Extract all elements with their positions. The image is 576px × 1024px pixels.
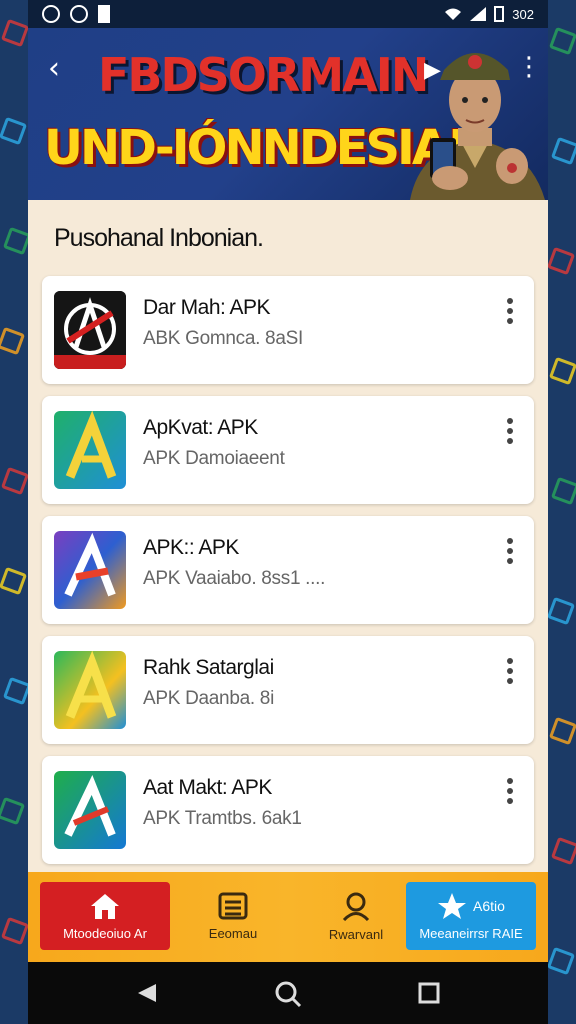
app-name: APK:: APK bbox=[143, 536, 239, 559]
list-icon bbox=[218, 892, 248, 919]
signal-icon bbox=[470, 7, 487, 21]
nav-home[interactable]: Mtoodeoiuo Ar bbox=[40, 882, 170, 950]
banner-title-line1: FBDSORMAIN bbox=[98, 48, 429, 102]
item-menu-icon[interactable] bbox=[506, 418, 514, 444]
app-list-item[interactable]: Dar Mah: APK ABK Gomnca. 8aSI bbox=[42, 276, 534, 384]
app-list-item[interactable]: Aat Makt: APK APK Tramtbs. 6ak1 bbox=[42, 756, 534, 864]
item-menu-icon[interactable] bbox=[506, 538, 514, 564]
app-name: Dar Mah: APK bbox=[143, 296, 271, 319]
nav-profile[interactable]: Rwarvanl bbox=[296, 882, 416, 950]
search-icon[interactable] bbox=[274, 980, 302, 1008]
sim-icon bbox=[98, 5, 110, 23]
phone-screen: 302 ‹ FBDSORMAIN ▶ ⋮ UND-IÓNNDESIA! Puso… bbox=[28, 0, 548, 1024]
soldier-illustration bbox=[410, 53, 545, 200]
section-title: Pusohanal Inbonian. bbox=[54, 224, 264, 252]
app-name: Aat Makt: APK bbox=[143, 776, 272, 799]
status-time: 302 bbox=[512, 6, 534, 22]
app-icon bbox=[54, 531, 126, 609]
app-subtitle: APK Daanba. 8i bbox=[143, 688, 274, 709]
back-button[interactable]: ‹ bbox=[48, 54, 60, 84]
star-icon bbox=[438, 892, 467, 919]
item-menu-icon[interactable] bbox=[506, 658, 514, 684]
home-icon bbox=[91, 893, 119, 919]
item-menu-icon[interactable] bbox=[506, 778, 514, 804]
app-icon bbox=[54, 411, 126, 489]
nav-label: Rwarvanl bbox=[328, 926, 384, 942]
back-triangle-icon[interactable] bbox=[136, 982, 158, 1004]
app-subtitle: ABK Gomnca. 8aSI bbox=[143, 328, 303, 349]
nav-badge: A6tio bbox=[473, 897, 505, 914]
nav-label: Eeomau bbox=[208, 925, 258, 941]
nav-favorites[interactable]: A6tio Meeaneirrsr RAIE bbox=[406, 882, 536, 950]
settings-notification-icon bbox=[70, 5, 88, 23]
system-navigation-bar bbox=[28, 962, 548, 1024]
nav-list[interactable]: Eeomau bbox=[178, 882, 288, 950]
notification-icon bbox=[42, 5, 60, 23]
app-list-item[interactable]: Rahk Satarglai APK Daanba. 8i bbox=[42, 636, 534, 744]
bottom-nav: Mtoodeoiuo Ar Eeomau Rwarvanl A6tio Meea… bbox=[28, 872, 548, 962]
app-name: ApKvat: APK bbox=[143, 416, 258, 439]
header-banner: ‹ FBDSORMAIN ▶ ⋮ UND-IÓNNDESIA! bbox=[28, 28, 548, 200]
main-content: Pusohanal Inbonian. Dar Mah: APK ABK Gom… bbox=[28, 200, 548, 880]
app-list-item[interactable]: APK:: APK APK Vaaiabo. 8ss1 .... bbox=[42, 516, 534, 624]
app-icon bbox=[54, 651, 126, 729]
app-icon bbox=[54, 771, 126, 849]
app-subtitle: APK Damoiaeent bbox=[143, 448, 285, 469]
battery-icon bbox=[494, 6, 505, 22]
nav-label: Mtoodeoiuo Ar bbox=[63, 925, 147, 941]
app-subtitle: APK Tramtbs. 6ak1 bbox=[143, 808, 302, 829]
app-name: Rahk Satarglai bbox=[143, 656, 274, 679]
app-list-item[interactable]: ApKvat: APK APK Damoiaeent bbox=[42, 396, 534, 504]
status-bar: 302 bbox=[28, 0, 548, 28]
item-menu-icon[interactable] bbox=[506, 298, 514, 324]
wifi-icon bbox=[445, 8, 462, 20]
app-subtitle: APK Vaaiabo. 8ss1 .... bbox=[143, 568, 326, 589]
nav-label: Meeaneirrsr RAIE bbox=[419, 925, 523, 941]
person-icon bbox=[342, 892, 370, 921]
app-icon bbox=[54, 291, 126, 369]
recents-square-icon[interactable] bbox=[418, 982, 440, 1004]
